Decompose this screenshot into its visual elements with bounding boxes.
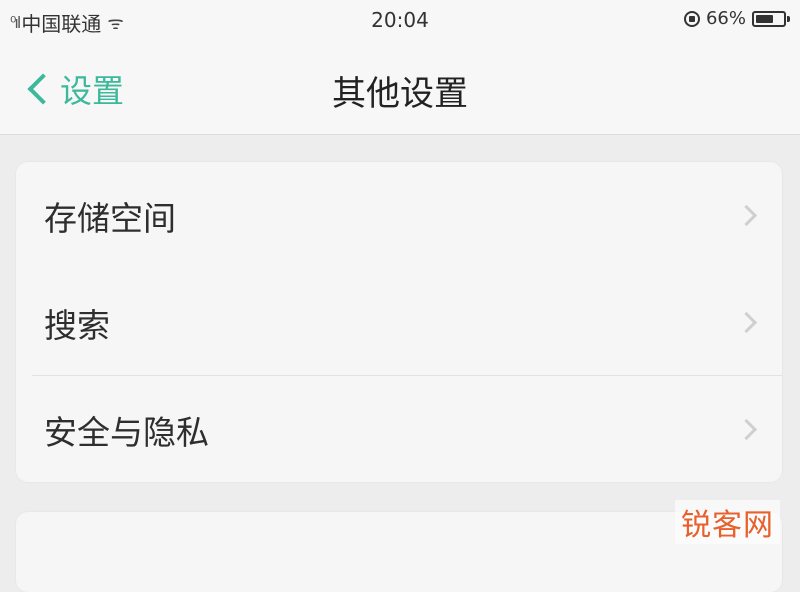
settings-item-label: 存储空间 xyxy=(44,198,176,238)
status-bar: ⁰ıl 中国联通 ᯤ 20:04 66% xyxy=(0,0,800,42)
settings-item-search[interactable]: 搜索 xyxy=(16,269,782,376)
battery-icon xyxy=(752,10,790,27)
settings-item-label: 搜索 xyxy=(44,305,110,345)
chevron-right-icon xyxy=(735,311,758,334)
settings-item-label: 安全与隐私 xyxy=(44,412,209,452)
battery-percent: 66% xyxy=(705,8,746,29)
settings-group: 存储空间 搜索 安全与隐私 xyxy=(16,162,782,482)
settings-item-storage[interactable]: 存储空间 xyxy=(16,162,782,269)
battery-fill xyxy=(756,14,774,23)
status-right: 66% xyxy=(683,8,790,29)
navigation-bar: 设置 其他设置 xyxy=(0,42,800,135)
chevron-right-icon xyxy=(735,418,758,441)
status-time: 20:04 xyxy=(371,8,429,32)
settings-item-security-privacy[interactable]: 安全与隐私 xyxy=(16,376,782,482)
page-title: 其他设置 xyxy=(332,74,468,114)
chevron-right-icon xyxy=(735,204,758,227)
settings-group-2 xyxy=(16,512,782,592)
watermark: 锐客网 xyxy=(675,500,780,544)
rotation-lock-icon xyxy=(683,10,700,27)
